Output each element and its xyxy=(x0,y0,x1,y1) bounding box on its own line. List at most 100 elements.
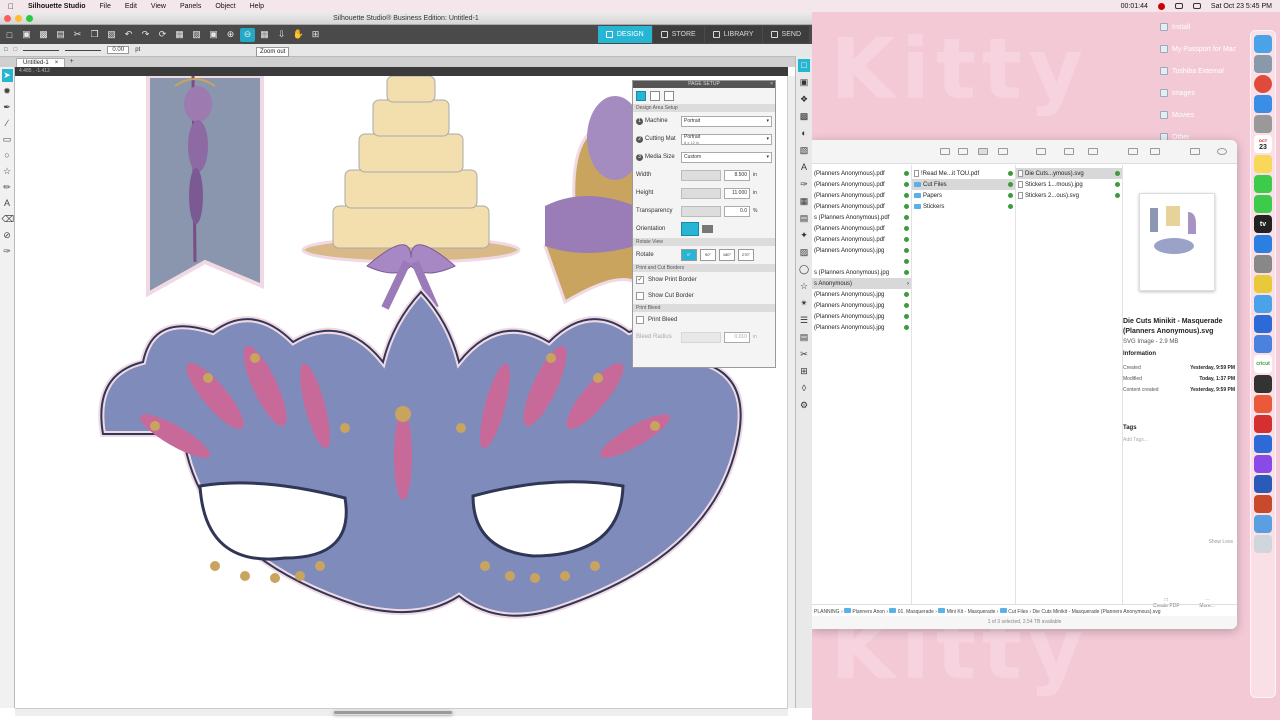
line-style-2[interactable] xyxy=(65,49,102,51)
list-item[interactable]: Papers xyxy=(912,190,1015,201)
show-cut-border-checkbox[interactable] xyxy=(636,292,644,300)
actions-icon[interactable] xyxy=(1190,148,1200,155)
settings-icon[interactable] xyxy=(1254,255,1272,273)
replicate-icon[interactable]: ✦ xyxy=(798,229,810,242)
list-item[interactable]: (Planners Anonymous).pdf xyxy=(812,179,911,190)
add-tab-button[interactable]: + xyxy=(67,58,76,67)
select-tool-icon[interactable]: □ xyxy=(4,47,8,53)
powerpoint-icon[interactable] xyxy=(1254,495,1272,513)
search-icon[interactable] xyxy=(1217,148,1227,155)
battery-icon[interactable] xyxy=(1174,3,1183,9)
zoom-page-icon[interactable]: ⇩ xyxy=(274,28,289,42)
app-store-icon[interactable] xyxy=(1254,235,1272,253)
registration-tab-icon[interactable] xyxy=(664,91,674,101)
music-icon[interactable] xyxy=(1254,275,1272,293)
knife-tool-icon[interactable]: ⊘ xyxy=(2,229,13,242)
polygon-tool-icon[interactable]: ☆ xyxy=(2,165,13,178)
list-item[interactable] xyxy=(812,256,911,267)
zoom-fit-icon[interactable]: ▦ xyxy=(257,28,272,42)
ungroup-icon[interactable]: ▨ xyxy=(189,28,204,42)
list-item[interactable]: (Planners Anonymous).jpg xyxy=(812,289,911,300)
list-item[interactable]: Stickers 2...ous).svg xyxy=(1016,190,1122,201)
more-actions-icon[interactable] xyxy=(1088,148,1098,155)
desktop-item[interactable]: Toshiba External xyxy=(1160,60,1250,82)
print-icon[interactable]: ▤ xyxy=(53,28,68,42)
silhouette-icon[interactable] xyxy=(1254,415,1272,433)
desktop-item[interactable]: My Passport for Mac xyxy=(1160,38,1250,60)
fill-icon[interactable]: ▩ xyxy=(798,110,810,123)
downloads-icon[interactable] xyxy=(1254,515,1272,533)
wifi-icon[interactable] xyxy=(1192,3,1201,9)
line-width-input[interactable]: 0.00 xyxy=(107,46,130,54)
view-icons-icon[interactable] xyxy=(998,148,1008,155)
group-icon[interactable] xyxy=(1036,148,1046,155)
share-icon[interactable] xyxy=(1064,148,1074,155)
print-bleed-checkbox[interactable] xyxy=(636,316,644,324)
finder-icon[interactable] xyxy=(1254,35,1272,53)
align-icon[interactable]: ▤ xyxy=(798,212,810,225)
path-item[interactable]: Die Cuts Minikit - Masquerade (Planners … xyxy=(1032,609,1160,615)
height-slider[interactable] xyxy=(681,187,721,199)
mail-icon[interactable] xyxy=(1254,95,1272,113)
contacts-icon[interactable] xyxy=(1254,115,1272,133)
list-item[interactable]: (Planners Anonymous).jpg xyxy=(812,311,911,322)
list-item[interactable]: (Planners Anonymous).jpg xyxy=(812,322,911,333)
layers-icon[interactable]: ☰ xyxy=(798,314,810,327)
height-input[interactable]: 11.000 xyxy=(724,187,750,199)
tab-library[interactable]: LIBRARY xyxy=(704,26,762,43)
eyedropper-icon[interactable]: ✑ xyxy=(2,245,13,258)
chrome-icon[interactable] xyxy=(1254,75,1272,93)
scroll-thumb[interactable] xyxy=(333,710,453,715)
line-color-icon[interactable]: □ xyxy=(14,47,18,53)
page-tab-icon[interactable] xyxy=(636,91,646,101)
machine-dropdown[interactable]: Portrait ▾ xyxy=(681,115,772,127)
design-store-icon[interactable]: ▣ xyxy=(798,76,810,89)
notes-icon[interactable] xyxy=(1254,155,1272,173)
eraser-tool-icon[interactable]: ⌫ xyxy=(2,213,15,226)
grid-icon[interactable]: ⊞ xyxy=(798,365,810,378)
list-item[interactable]: (Planners Anonymous).jpg xyxy=(812,300,911,311)
zoom-icon[interactable] xyxy=(1254,315,1272,333)
rectangle-tool-icon[interactable]: ▭ xyxy=(2,133,13,146)
list-item[interactable]: (Planners Anonymous).pdf xyxy=(812,201,911,212)
print-bleed-row[interactable]: Print Bleed xyxy=(633,312,775,328)
cricut-icon[interactable]: cricut xyxy=(1254,355,1272,373)
bleed-radius-input[interactable]: 0.010 xyxy=(724,331,750,343)
paint-icon[interactable] xyxy=(1254,395,1272,413)
menubar-clock[interactable]: Sat Oct 23 5:45 PM xyxy=(1211,3,1272,10)
width-input[interactable]: 8.500 xyxy=(724,169,750,181)
list-item[interactable]: (Planners Anonymous).pdf xyxy=(812,168,911,179)
transform-icon[interactable]: ▦ xyxy=(798,195,810,208)
menu-panels[interactable]: Panels xyxy=(180,3,201,10)
draw-tool-icon[interactable]: ✏ xyxy=(2,181,13,194)
keyboard-icon[interactable] xyxy=(1254,335,1272,353)
refresh-icon[interactable]: ⟳ xyxy=(155,28,170,42)
messenger-icon[interactable] xyxy=(1254,455,1272,473)
edit-tag-icon[interactable] xyxy=(1150,148,1160,155)
view-gallery-icon[interactable] xyxy=(978,148,988,155)
trash-icon[interactable] xyxy=(1254,535,1272,553)
line-tool-icon[interactable]: ∕ xyxy=(2,117,13,130)
doc-tab[interactable]: Untitled-1 × xyxy=(16,58,66,67)
library-icon[interactable]: ❖ xyxy=(798,93,810,106)
cut-settings-icon[interactable]: ✂ xyxy=(798,348,810,361)
point-edit-icon[interactable]: ✹ xyxy=(2,85,13,98)
line-style[interactable] xyxy=(23,49,60,51)
horizontal-scrollbar[interactable] xyxy=(15,708,788,716)
tab-store[interactable]: STORE xyxy=(652,26,704,43)
trace-icon[interactable]: ☆ xyxy=(798,280,810,293)
list-item[interactable]: (Planners Anonymous).pdf xyxy=(812,234,911,245)
list-item[interactable]: Stickers xyxy=(912,201,1015,212)
list-item[interactable]: (Planners Anonymous).pdf xyxy=(812,223,911,234)
fit-window-icon[interactable]: ⊞ xyxy=(308,28,323,42)
vertical-scrollbar[interactable] xyxy=(787,76,795,708)
line-color-icon[interactable]: ▧ xyxy=(798,144,810,157)
app-menu[interactable]: Silhouette Studio xyxy=(28,3,86,10)
new-icon[interactable]: □ xyxy=(2,28,17,42)
facetime-icon[interactable] xyxy=(1254,195,1272,213)
menu-object[interactable]: Object xyxy=(215,3,235,10)
menu-file[interactable]: File xyxy=(100,3,111,10)
menu-help[interactable]: Help xyxy=(250,3,264,10)
media-size-dropdown[interactable]: Custom ▾ xyxy=(681,151,772,163)
calendar-icon[interactable]: OCT 23 xyxy=(1254,135,1272,153)
